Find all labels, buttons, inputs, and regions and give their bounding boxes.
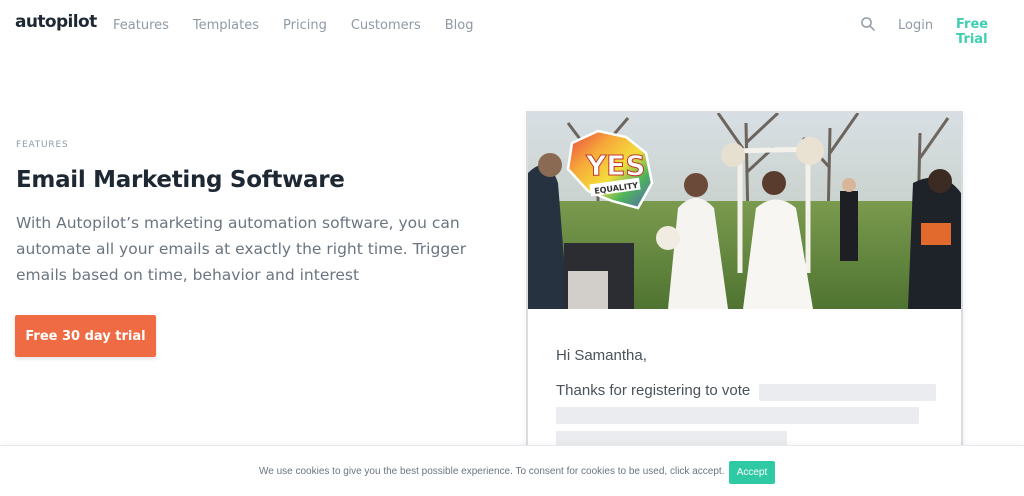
nav-link-customers[interactable]: Customers [351,18,421,33]
nav-link-features[interactable]: Features [113,18,169,33]
hero-description: With Autopilot’s marketing automation so… [16,214,467,284]
top-nav: autopilot Features Templates Pricing Cus… [0,0,1024,52]
accept-cookies-button[interactable]: Accept [729,461,775,484]
nav-link-blog[interactable]: Blog [445,18,474,33]
autopilot-logo[interactable]: autopilot [15,12,97,32]
email-preview-card: YES EQUALITY Hi Samantha, Thanks for reg… [526,111,963,471]
email-greeting: Hi Samantha, [556,347,647,364]
cookie-text: We use cookies to give you the best poss… [259,466,725,477]
search-icon[interactable] [860,16,876,32]
page-title: Email Marketing Software [16,167,345,193]
free-trial-button[interactable]: Free 30 day trial [15,315,156,357]
nav-link-templates[interactable]: Templates [193,18,259,33]
section-eyebrow: FEATURES [16,140,69,150]
text-placeholder-line [759,384,936,401]
login-link[interactable]: Login [898,18,933,33]
email-body-line: Thanks for registering to vote [556,382,751,399]
cookie-bar: We use cookies to give you the best poss… [0,445,1024,496]
nav-links: Features Templates Pricing Customers Blo… [113,18,498,33]
nav-link-pricing[interactable]: Pricing [283,18,327,33]
free-trial-link[interactable]: Free Trial [956,17,1024,47]
text-placeholder-line [556,407,919,424]
svg-text:YES: YES [585,149,646,182]
wedding-photo: YES EQUALITY [528,113,961,309]
